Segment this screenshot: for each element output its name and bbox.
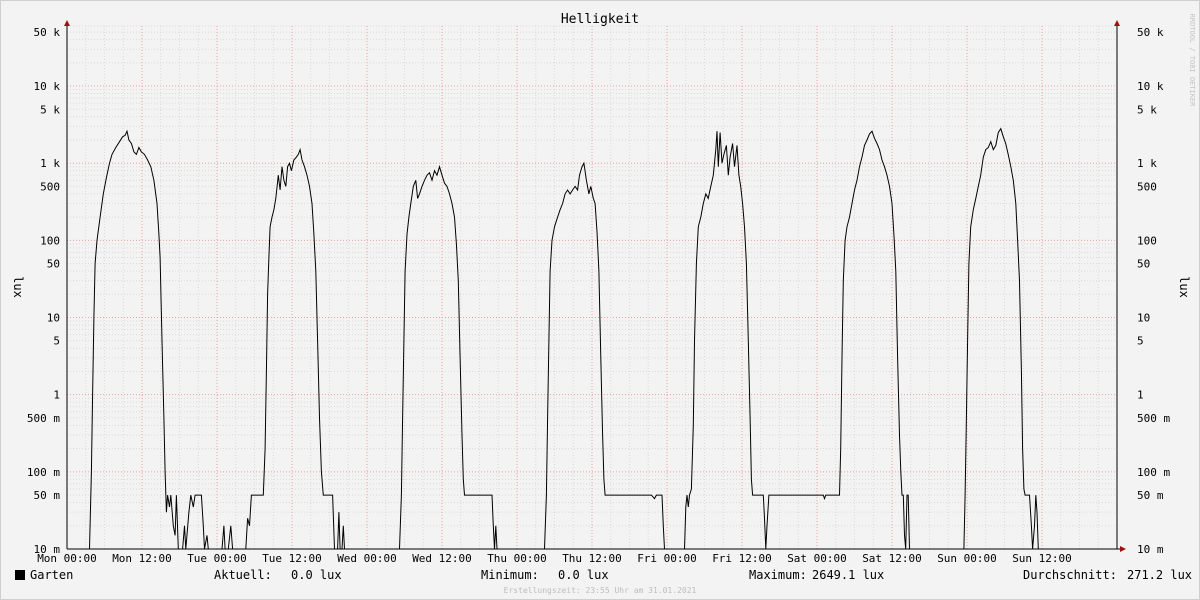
y-tick-label: 500 — [40, 180, 60, 193]
watermark: RRDTOOL / TOBI OETIKER — [1188, 14, 1196, 108]
x-tick-label: Sat 00:00 — [787, 552, 847, 565]
y2-tick-label: 1 — [1137, 389, 1144, 402]
y2-tick-label: 1 k — [1137, 157, 1157, 170]
x-tick-label: Sun 12:00 — [1012, 552, 1072, 565]
x-tick-label: Mon 12:00 — [112, 552, 172, 565]
y-tick-label: 50 m — [34, 489, 61, 502]
y-tick-label: 50 — [47, 258, 60, 271]
x-tick-label: Tue 12:00 — [262, 552, 322, 565]
y2-tick-label: 500 — [1137, 180, 1157, 193]
x-tick-label: Wed 00:00 — [337, 552, 397, 565]
y-axis-label: lux — [11, 276, 25, 298]
x-tick-label: Tue 00:00 — [187, 552, 247, 565]
x-tick-label: Thu 00:00 — [487, 552, 547, 565]
y2-axis-arrow — [1114, 20, 1120, 26]
x-tick-label: Mon 00:00 — [37, 552, 97, 565]
legend-max-label: Maximum: — [749, 568, 807, 582]
y2-tick-label: 50 m — [1137, 489, 1164, 502]
y2-tick-label: 50 k — [1137, 26, 1164, 39]
legend-current-label: Aktuell: — [214, 568, 272, 582]
y2-tick-label: 10 m — [1137, 543, 1164, 556]
y2-tick-label: 5 k — [1137, 103, 1157, 116]
y-tick-label: 50 k — [34, 26, 61, 39]
y2-tick-label: 100 — [1137, 234, 1157, 247]
x-tick-label: Thu 12:00 — [562, 552, 622, 565]
y-tick-label: 5 k — [40, 103, 60, 116]
legend-min-value: 0.0 lux — [558, 568, 609, 582]
x-tick-label: Sun 00:00 — [937, 552, 997, 565]
y2-tick-label: 100 m — [1137, 466, 1170, 479]
y-tick-label: 10 — [47, 312, 60, 325]
chart: 50 k 50 k 10 k 10 k 5 k 5 k 1 k 1 k 500 500 100 100… — [11, 12, 1196, 565]
y-tick-label: 100 — [40, 234, 60, 247]
y2-tick-label: 5 — [1137, 335, 1144, 348]
y-tick-label: 100 m — [27, 466, 60, 479]
y2-tick-label: 10 — [1137, 312, 1150, 325]
legend-avg-value: 271.2 lux — [1127, 568, 1193, 582]
grid — [66, 25, 1118, 550]
footer-timestamp: Erstellungszeit: 23:55 Uhr am 31.01.2021 — [503, 586, 697, 595]
x-tick-label: Fri 12:00 — [712, 552, 772, 565]
x-tick-label: Sat 12:00 — [862, 552, 922, 565]
y-tick-label: 10 k — [34, 80, 61, 93]
y2-axis-label: lux — [1177, 276, 1191, 298]
y-axis-arrow — [64, 20, 70, 26]
legend-avg-label: Durchschnitt: — [1023, 568, 1117, 582]
legend-series-name: Garten — [30, 568, 74, 582]
y2-tick-label: 10 k — [1137, 80, 1164, 93]
y-tick-label: 500 m — [27, 412, 60, 425]
y-tick-label: 1 — [53, 389, 60, 402]
legend-min-label: Minimum: — [481, 568, 539, 582]
x-axis-arrow — [1120, 546, 1126, 552]
legend-max-value: 2649.1 lux — [812, 568, 885, 582]
y-tick-label: 5 — [53, 335, 60, 348]
y2-tick-label: 500 m — [1137, 412, 1170, 425]
chart-title: Helligkeit — [561, 12, 639, 27]
y-tick-label: 1 k — [40, 157, 60, 170]
x-tick-label: Wed 12:00 — [412, 552, 472, 565]
x-tick-label: Fri 00:00 — [637, 552, 697, 565]
legend-swatch — [15, 570, 25, 580]
y2-tick-label: 50 — [1137, 258, 1150, 271]
legend-current-value: 0.0 lux — [291, 568, 342, 582]
